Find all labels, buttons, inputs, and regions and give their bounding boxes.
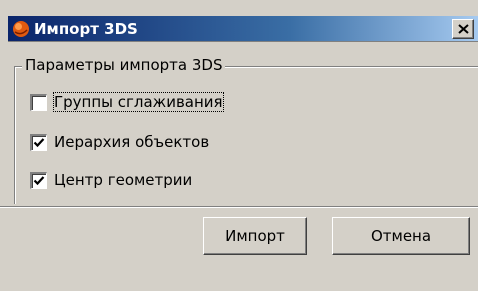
close-button[interactable] xyxy=(452,19,474,39)
option-label[interactable]: Центр геометрии xyxy=(54,171,192,189)
option-geometry-center[interactable]: Центр геометрии xyxy=(30,170,192,190)
separator xyxy=(0,206,478,208)
option-label[interactable]: Иерархия объектов xyxy=(54,133,209,151)
app-icon xyxy=(13,21,29,37)
import-3ds-dialog: Импорт 3DS Параметры импорта 3DS Группы … xyxy=(0,0,478,291)
option-smoothing-groups[interactable]: Группы сглаживания xyxy=(30,92,224,112)
title-bar[interactable]: Импорт 3DS xyxy=(8,16,478,42)
close-icon xyxy=(458,24,469,34)
object-hierarchy-checkbox[interactable] xyxy=(30,133,47,151)
checkmark-icon xyxy=(33,137,45,147)
geometry-center-checkbox[interactable] xyxy=(30,171,47,189)
checkmark-icon xyxy=(33,175,45,185)
import-button[interactable]: Импорт xyxy=(203,217,307,255)
window-title: Импорт 3DS xyxy=(34,20,138,38)
cancel-button[interactable]: Отмена xyxy=(332,217,470,255)
group-caption: Параметры импорта 3DS xyxy=(22,56,226,74)
option-label[interactable]: Группы сглаживания xyxy=(53,92,224,112)
smoothing-groups-checkbox[interactable] xyxy=(30,93,47,111)
option-object-hierarchy[interactable]: Иерархия объектов xyxy=(30,132,209,152)
